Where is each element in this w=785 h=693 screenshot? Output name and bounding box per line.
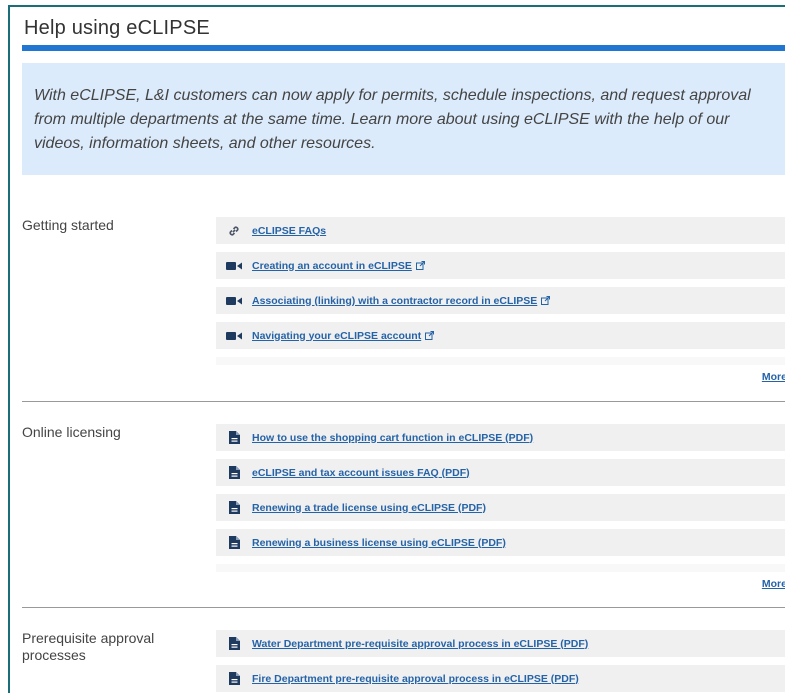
title-accent-bar [22,45,785,51]
intro-callout: With eCLIPSE, L&I customers can now appl… [22,63,785,175]
external-link-icon [425,327,435,345]
document-icon [226,536,242,550]
link-eclipse-faqs[interactable]: eCLIPSE FAQs [252,225,326,237]
video-icon [226,259,242,273]
list-item[interactable]: Renewing a business license using eCLIPS… [216,529,785,556]
list-item-faded [216,564,785,572]
link-navigating-account[interactable]: Navigating your eCLIPSE account [252,330,421,342]
section-divider [22,607,785,608]
link-fire-department-pdf[interactable]: Fire Department pre-requisite approval p… [252,673,579,685]
list-item[interactable]: Renewing a trade license using eCLIPSE (… [216,494,785,521]
link-trade-license-pdf[interactable]: Renewing a trade license using eCLIPSE (… [252,502,486,514]
link-creating-account[interactable]: Creating an account in eCLIPSE [252,260,412,272]
document-icon [226,637,242,651]
section-label-online-licensing: Online licensing [22,424,121,440]
more-button-online-licensing[interactable]: More + [762,578,785,590]
page-title: Help using eCLIPSE [24,17,210,39]
list-item[interactable]: Associating (linking) with a contractor … [216,287,785,314]
video-icon [226,329,242,343]
document-icon [226,431,242,445]
list-item[interactable]: eCLIPSE and tax account issues FAQ (PDF) [216,459,785,486]
link-shopping-cart-pdf[interactable]: How to use the shopping cart function in… [252,432,533,444]
external-link-icon [541,292,551,310]
link-tax-account-faq-pdf[interactable]: eCLIPSE and tax account issues FAQ (PDF) [252,467,470,479]
section-label-prerequisite: Prerequisite approval processes [22,630,155,663]
list-item[interactable]: Navigating your eCLIPSE account [216,322,785,349]
list-item-faded [216,357,785,365]
external-link-icon [415,257,425,275]
link-associating-contractor[interactable]: Associating (linking) with a contractor … [252,295,537,307]
list-item[interactable]: How to use the shopping cart function in… [216,424,785,451]
list-item[interactable]: Fire Department pre-requisite approval p… [216,665,785,692]
more-button-getting-started[interactable]: More + [762,371,785,383]
section-label-getting-started: Getting started [22,217,114,233]
list-item[interactable]: eCLIPSE FAQs [216,217,785,244]
document-icon [226,672,242,686]
document-icon [226,466,242,480]
section-divider [22,401,785,402]
video-icon [226,294,242,308]
link-water-department-pdf[interactable]: Water Department pre-requisite approval … [252,638,588,650]
link-business-license-pdf[interactable]: Renewing a business license using eCLIPS… [252,537,506,549]
list-item[interactable]: Water Department pre-requisite approval … [216,630,785,657]
document-icon [226,501,242,515]
list-item[interactable]: Creating an account in eCLIPSE [216,252,785,279]
link-icon [226,224,242,238]
help-panel: Help using eCLIPSE With eCLIPSE, L&I cus… [8,5,785,693]
